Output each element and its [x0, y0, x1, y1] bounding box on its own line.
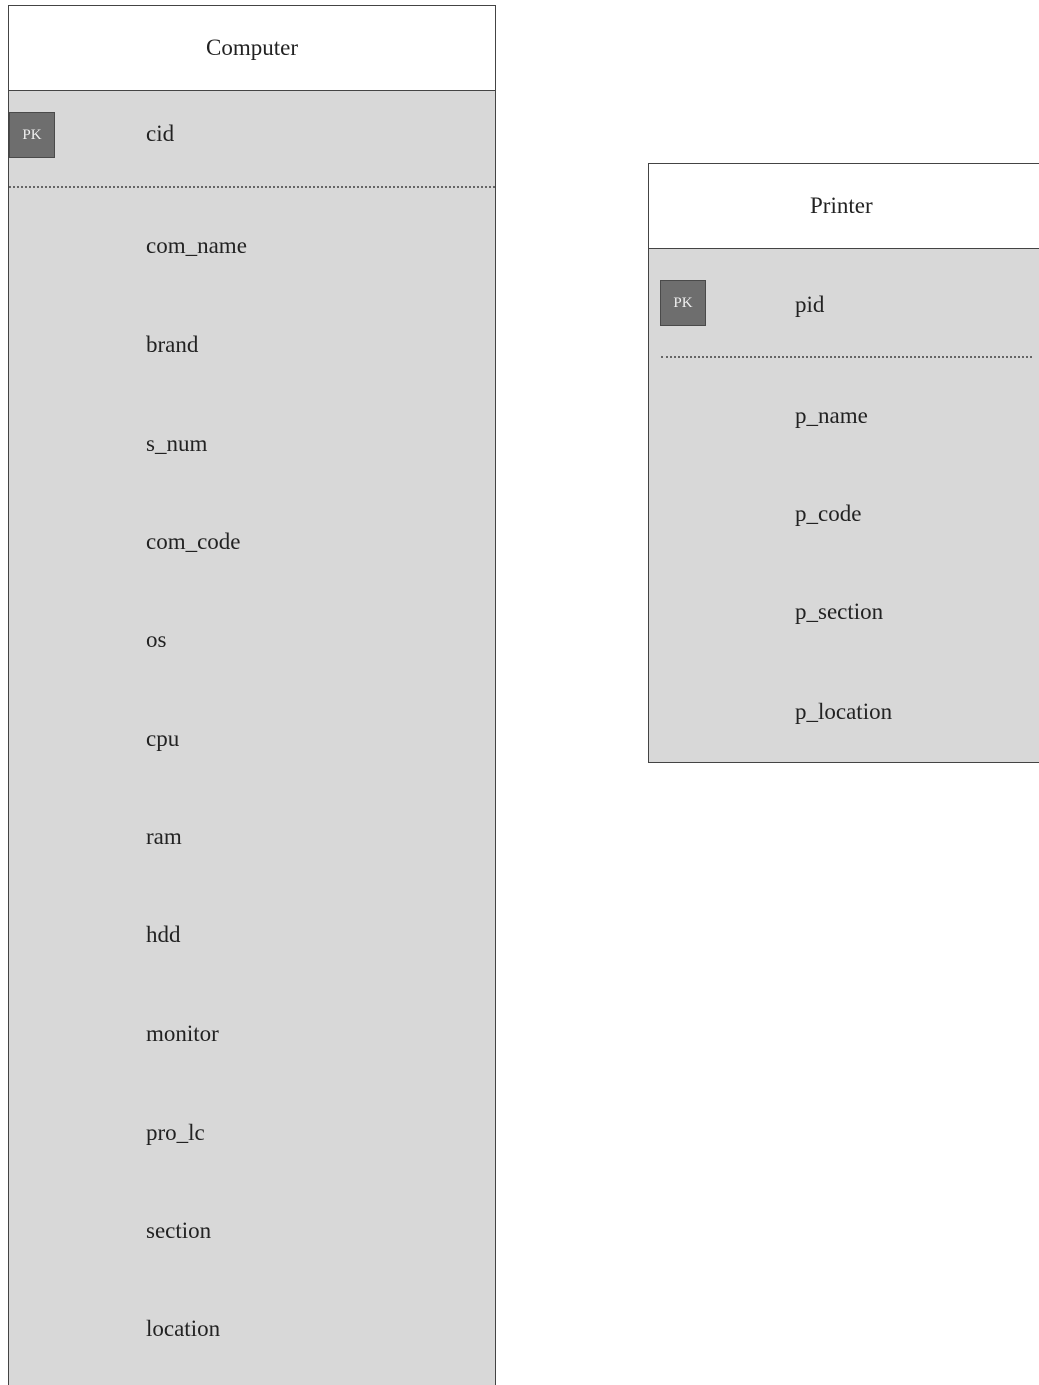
computer-field-pro-lc[interactable]: pro_lc: [146, 1121, 205, 1144]
computer-field-hdd[interactable]: hdd: [146, 923, 181, 946]
computer-field-section[interactable]: section: [146, 1219, 211, 1242]
computer-key-divider: [9, 186, 495, 188]
printer-entity-title: Printer: [649, 164, 1039, 249]
computer-entity[interactable]: Computer PK cid com_name brand s_num com…: [8, 5, 496, 1385]
computer-field-monitor[interactable]: monitor: [146, 1022, 219, 1045]
printer-entity[interactable]: Printer PK pid p_name p_code p_section p…: [648, 163, 1039, 763]
computer-field-ram[interactable]: ram: [146, 825, 182, 848]
printer-key-divider: [661, 356, 1032, 358]
computer-field-location[interactable]: location: [146, 1317, 220, 1340]
computer-pk-badge: PK: [9, 112, 55, 158]
printer-field-p-section[interactable]: p_section: [795, 600, 883, 623]
printer-pk-field[interactable]: pid: [795, 293, 824, 316]
printer-field-p-code[interactable]: p_code: [795, 502, 861, 525]
computer-entity-title: Computer: [9, 6, 495, 91]
computer-field-com-code[interactable]: com_code: [146, 530, 241, 553]
computer-pk-field[interactable]: cid: [146, 122, 174, 145]
computer-field-cpu[interactable]: cpu: [146, 727, 179, 750]
computer-field-brand[interactable]: brand: [146, 333, 198, 356]
computer-field-s-num[interactable]: s_num: [146, 432, 207, 455]
computer-field-com-name[interactable]: com_name: [146, 234, 247, 257]
printer-field-p-location[interactable]: p_location: [795, 700, 892, 723]
computer-field-os[interactable]: os: [146, 628, 166, 651]
printer-field-p-name[interactable]: p_name: [795, 404, 868, 427]
printer-pk-badge: PK: [660, 280, 706, 326]
